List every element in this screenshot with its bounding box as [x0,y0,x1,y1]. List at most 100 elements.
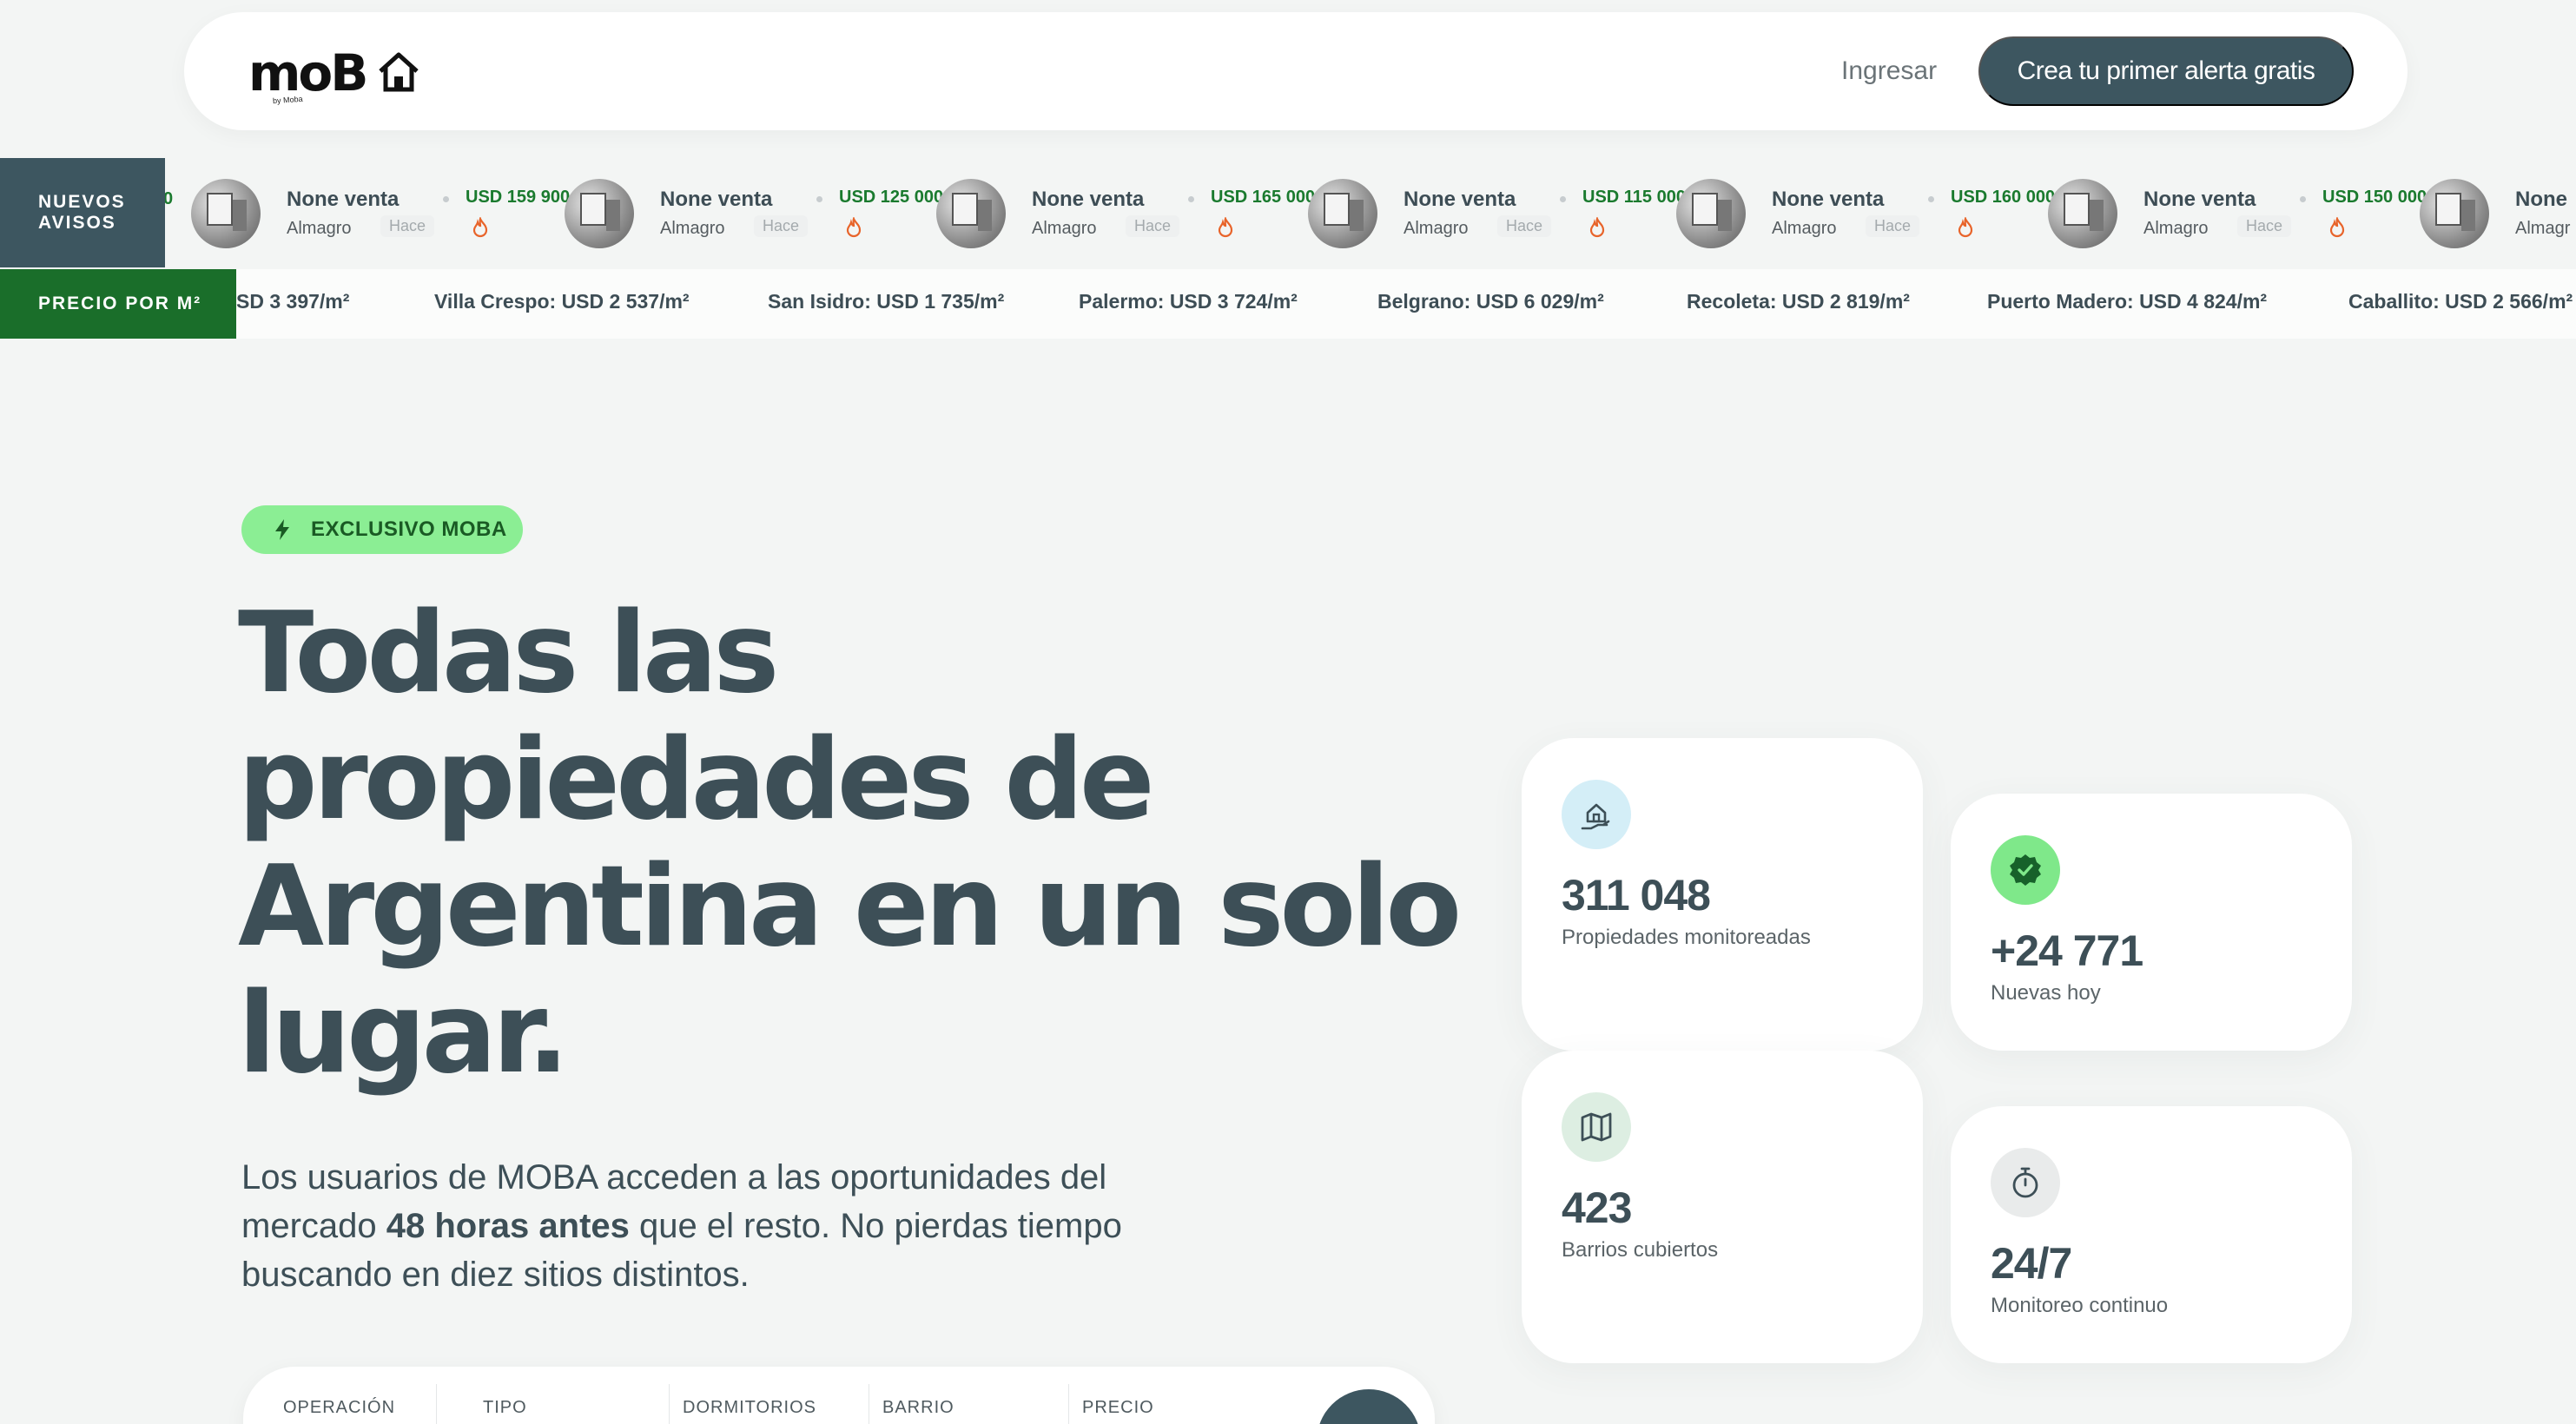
stopwatch-icon [2012,1167,2038,1198]
listing-title: None [2515,188,2567,211]
stat-card-monitoring: 24/7 Monitoreo continuo [1951,1106,2352,1363]
stat-icon-bg [1991,1148,2060,1217]
stat-icon-bg [1562,1092,1631,1162]
listing-item[interactable]: None venta USD 160 000 Almagro Hace [1676,177,2055,250]
listing-thumbnail [1308,179,1377,248]
price-item: Recoleta: USD 2 819/m² [1687,290,1910,313]
separator-dot [2300,196,2306,202]
listing-area: Almagro [1772,219,1837,238]
map-icon [1581,1112,1612,1142]
listing-area: Almagro [2143,219,2209,238]
stat-label: Monitoreo continuo [1991,1294,2169,1317]
fire-icon [1958,217,1973,238]
hero-subtitle: Los usuarios de MOBA acceden a las oport… [241,1153,1240,1299]
listing-price: USD 165 000 [1211,188,1316,207]
listing-price: USD 125 000 [839,188,944,207]
listing-title: None venta [2143,188,2256,211]
stat-icon-bg [1562,780,1631,849]
separator-dot [1928,196,1934,202]
badge-label: EXCLUSIVO MOBA [311,518,507,541]
new-listings-ticker: 0 None venta USD 159 900 Almagro Hace No… [165,158,2576,267]
listing-price: USD 159 900 [466,188,571,207]
stat-icon-bg [1991,835,2060,905]
divider [1068,1384,1069,1424]
listing-area: Almagr [2515,219,2571,238]
search-field-bedrooms[interactable]: DORMITORIOS [683,1398,816,1418]
price-item: San Isidro: USD 1 735/m² [768,290,1005,313]
login-link[interactable]: Ingresar [1841,52,1937,90]
listing-item[interactable]: None venta USD 150 000 Almagro Hace [2048,177,2427,250]
divider [669,1384,670,1424]
listing-thumbnail [2420,179,2489,248]
exclusive-badge: EXCLUSIVO MOBA [241,505,523,554]
price-item: SD 3 397/m² [236,290,350,313]
stat-label: Propiedades monitoreadas [1562,926,1811,949]
search-field-neighborhood[interactable]: BARRIO [882,1398,954,1418]
stat-value: +24 771 [1991,926,2143,975]
stat-label: Nuevas hoy [1991,981,2101,1005]
listing-area: Almagro [1404,219,1469,238]
listing-title: None venta [660,188,773,211]
new-listings-label: NUEVOS AVISOS [0,158,165,267]
separator-dot [443,196,449,202]
search-field-type[interactable]: TIPO [483,1398,527,1418]
listing-item[interactable]: None venta USD 125 000 Almagro Hace [565,177,943,250]
listing-thumbnail [1676,179,1746,248]
listing-item[interactable]: None venta USD 159 900 Almagro Hace [191,177,570,250]
listing-price: USD 150 000 [2322,188,2427,207]
price-item: Villa Crespo: USD 2 537/m² [434,290,690,313]
logo-text: moB [248,43,368,102]
stat-card-neighborhoods: 423 Barrios cubiertos [1522,1051,1923,1363]
listing-time: Hace [754,215,809,237]
search-field-operation[interactable]: OPERACIÓN [283,1398,395,1418]
price-item: Puerto Madero: USD 4 824/m² [1987,290,2268,313]
listing-time: Hace [380,215,435,237]
hero-title-line: propiedades de [238,715,1155,845]
listing-title: None venta [1032,188,1145,211]
verified-badge-icon [2010,854,2041,886]
listing-item[interactable]: None venta USD 115 000 Almagro Hace [1308,177,1686,250]
listing-thumbnail [936,179,1006,248]
separator-dot [1560,196,1566,202]
listing-thumbnail [191,179,261,248]
create-alert-button[interactable]: Crea tu primer alerta gratis [1978,36,2354,106]
stat-value: 423 [1562,1183,1632,1232]
fire-icon [472,217,488,238]
price-item: Caballito: USD 2 566/m² [2348,290,2573,313]
price-item: Belgrano: USD 6 029/m² [1377,290,1604,313]
listing-title: None venta [287,188,400,211]
listing-time: Hace [1866,215,1920,237]
fire-icon [1589,217,1605,238]
lightning-icon [275,519,289,540]
search-field-price[interactable]: PRECIO [1082,1398,1154,1418]
listing-item[interactable]: None Almagr [2420,177,2576,250]
separator-dot [816,196,822,202]
stat-value: 311 048 [1562,871,1711,920]
property-search-bar: OPERACIÓN TIPO DORMITORIOS BARRIO PRECIO [243,1367,1435,1424]
hero-title-line: Argentina en un solo [238,842,1462,972]
stat-card-properties: 311 048 Propiedades monitoreadas [1522,738,1923,1051]
listing-thumbnail [565,179,634,248]
listing-price: USD 115 000 [1582,188,1686,207]
price-per-m2-label: PRECIO POR M² [0,269,236,339]
hero-title-line: lugar. [238,969,570,1098]
fire-icon [1218,217,1233,238]
separator-dot [1188,196,1194,202]
price-per-m2-ticker: SD 3 397/m² Villa Crespo: USD 2 537/m² S… [236,269,2576,339]
hero-subtitle-highlight: 48 horas antes [386,1207,630,1245]
listing-area: Almagro [1032,219,1097,238]
listing-price: USD 160 000 [1951,188,2056,207]
listing-item[interactable]: None venta USD 165 000 Almagro Hace [936,177,1315,250]
search-submit-button[interactable] [1317,1389,1421,1424]
listing-title: None venta [1404,188,1516,211]
listing-area: Almagro [660,219,725,238]
fire-icon [2329,217,2345,238]
listing-price-cut: 0 [165,189,174,208]
moba-logo[interactable]: moB by Moba [248,38,439,108]
listing-thumbnail [2048,179,2117,248]
listing-area: Almagro [287,219,352,238]
navbar: moB by Moba Ingresar Crea tu primer aler… [184,12,2408,130]
listing-time: Hace [2237,215,2292,237]
hero-title-line: Todas las [238,589,779,718]
house-logo-icon [379,52,419,92]
